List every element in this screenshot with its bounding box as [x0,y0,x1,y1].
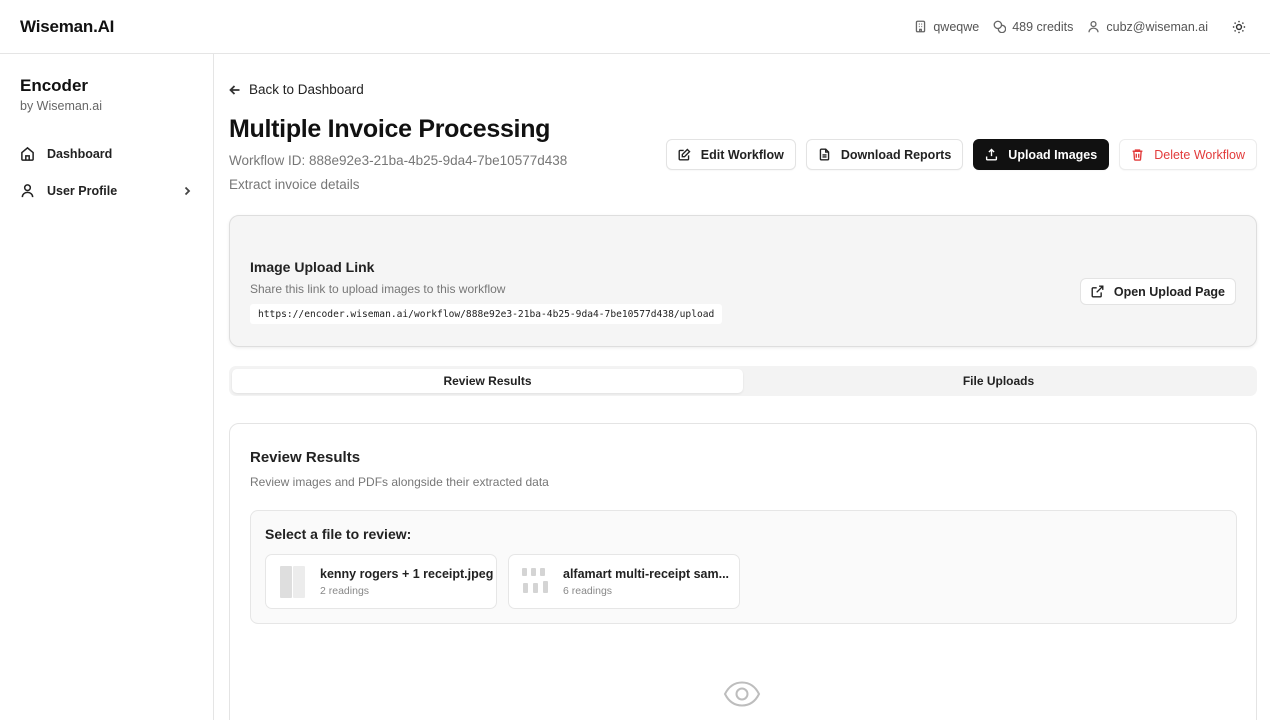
arrow-left-icon [229,84,240,95]
file-thumbnail [276,563,308,601]
credits-indicator: 489 credits [993,20,1073,34]
app-byline: by Wiseman.ai [20,99,102,113]
file-card[interactable]: kenny rogers + 1 receipt.jpeg 2 readings [265,554,497,609]
file-text-icon [819,148,830,161]
file-selector-title: Select a file to review: [265,526,412,542]
home-icon [21,146,34,161]
open-upload-page-button[interactable]: Open Upload Page [1079,278,1236,305]
sun-icon [1232,20,1246,33]
workflow-id: Workflow ID: 888e92e3-21ba-4b25-9da4-7be… [229,153,568,168]
upload-icon [986,148,998,161]
brand-logo[interactable]: Wiseman.AI [20,17,114,37]
file-name: kenny rogers + 1 receipt.jpeg [320,566,494,581]
delete-workflow-label: Delete Workflow [1154,147,1245,162]
building-icon [916,20,926,33]
upload-link-url[interactable]: https://encoder.wiseman.ai/workflow/888e… [250,304,723,324]
workflow-description: Extract invoice details [229,177,360,192]
coins-icon [993,20,1007,33]
sidebar: Encoder by Wiseman.ai Dashboard User Pro… [0,54,214,720]
user-email: cubz@wiseman.ai [1106,19,1208,34]
image-upload-link-card: Image Upload Link Share this link to upl… [229,215,1257,347]
file-card[interactable]: alfamart multi-receipt sam... 6 readings [508,554,740,609]
top-bar-right: qweqwe 489 credits cubz@wiseman.ai [914,16,1250,38]
open-upload-page-label: Open Upload Page [1113,284,1225,299]
org-name: qweqwe [933,19,980,34]
user-menu[interactable]: cubz@wiseman.ai [1087,20,1208,34]
file-readings: 2 readings [320,584,370,597]
download-reports-button[interactable]: Download Reports [805,139,964,170]
sidebar-item-label: Dashboard [47,146,113,161]
file-readings: 6 readings [563,584,613,597]
download-reports-label: Download Reports [840,147,952,162]
chevron-right-icon [184,186,191,195]
sidebar-item-user-profile[interactable]: User Profile [20,172,193,209]
external-link-icon [1091,285,1104,298]
sidebar-item-dashboard[interactable]: Dashboard [20,135,193,172]
main-content: Back to Dashboard Multiple Invoice Proce… [215,54,1270,720]
upload-images-button[interactable]: Upload Images [973,139,1110,170]
user-icon [1088,20,1099,33]
back-link-label: Back to Dashboard [249,82,364,97]
edit-workflow-button[interactable]: Edit Workflow [665,139,796,170]
page-title: Multiple Invoice Processing [229,115,551,143]
results-tabs: Review Results File Uploads [229,366,1257,396]
upload-link-subtitle: Share this link to upload images to this… [250,282,506,296]
review-results-card: Review Results Review images and PDFs al… [229,423,1257,720]
review-results-subtitle: Review images and PDFs alongside their e… [250,475,549,489]
upload-images-label: Upload Images [1008,147,1098,162]
org-selector[interactable]: qweqwe [914,20,979,34]
review-results-title: Review Results [250,449,361,466]
theme-toggle-button[interactable] [1228,16,1250,38]
edit-icon [678,148,691,161]
app-name: Encoder [20,76,89,95]
tab-review-results[interactable]: Review Results [232,369,743,393]
file-thumbnail [519,563,551,601]
file-selector: Select a file to review: kenny rogers + … [250,510,1237,624]
file-name: alfamart multi-receipt sam... [563,566,730,581]
eye-icon [723,679,761,709]
edit-workflow-label: Edit Workflow [700,147,784,162]
workflow-actions: Edit Workflow Download Reports Upload Im… [665,139,1257,170]
sidebar-nav: Dashboard User Profile [20,135,193,209]
user-icon [21,184,34,198]
credits-text: 489 credits [1012,19,1074,34]
trash-icon [1132,149,1143,161]
file-list: kenny rogers + 1 receipt.jpeg 2 readings… [265,554,740,609]
sidebar-item-label: User Profile [47,183,118,198]
top-bar: Wiseman.AI qweqwe 489 credits cubz@wisem… [0,0,1270,54]
tab-file-uploads[interactable]: File Uploads [743,369,1254,393]
upload-link-title: Image Upload Link [250,259,375,275]
back-to-dashboard-link[interactable]: Back to Dashboard [229,82,364,97]
delete-workflow-button[interactable]: Delete Workflow [1119,139,1257,170]
